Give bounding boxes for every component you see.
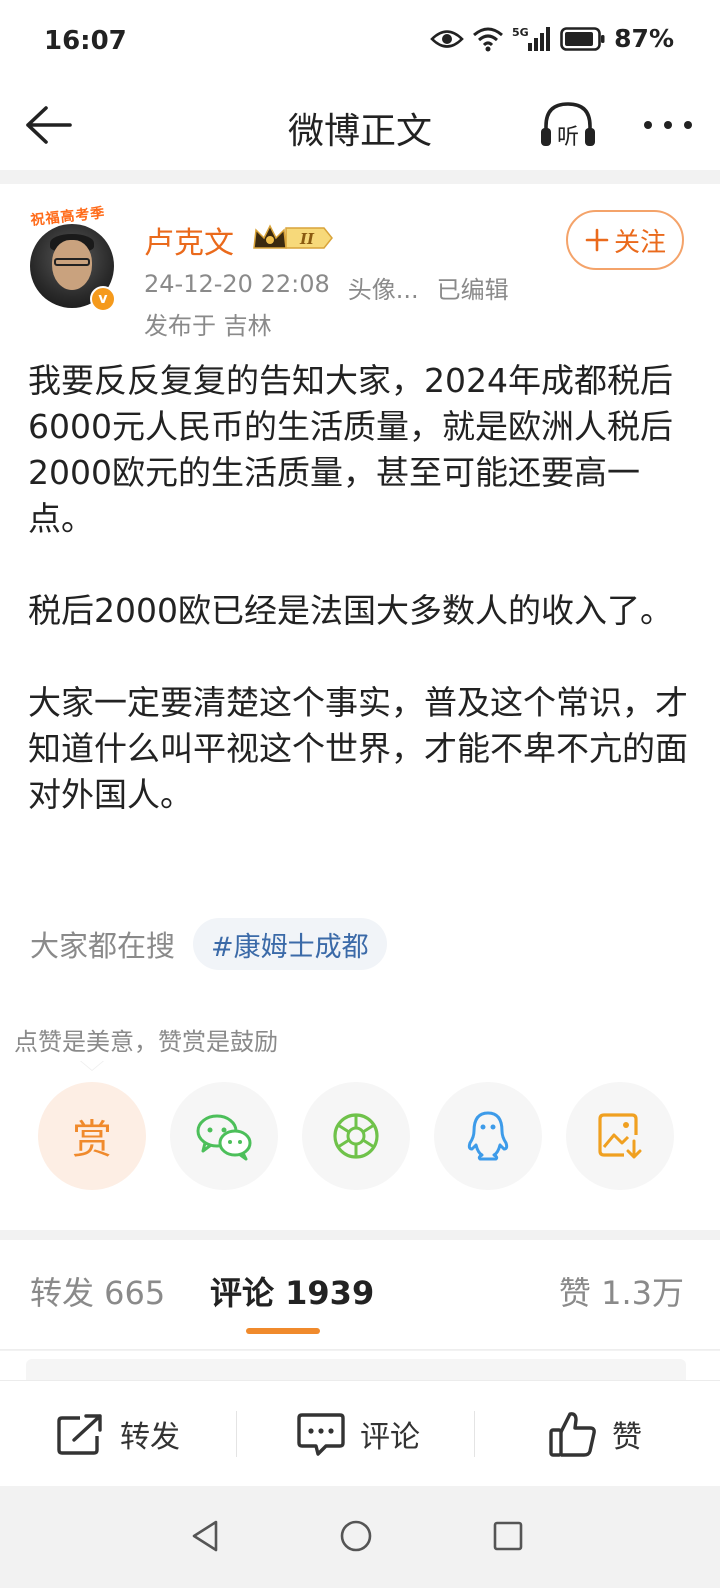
nav-recents-button[interactable] (488, 1516, 528, 1556)
reward-tip-pointer (80, 1060, 104, 1070)
comment-list (0, 1351, 720, 1381)
share-qq-button[interactable] (434, 1082, 542, 1190)
post-edited[interactable]: 已编辑 (437, 270, 509, 305)
tab-active-indicator (246, 1328, 320, 1334)
comment-item[interactable] (26, 1359, 686, 1381)
author-name[interactable]: 卢克文 (144, 218, 234, 262)
nav-back-button[interactable] (186, 1516, 226, 1556)
battery-icon (560, 26, 606, 52)
save-image-icon (598, 1113, 642, 1159)
crown-icon: II (253, 224, 333, 249)
tab-comment[interactable]: 评论 1939 (210, 1268, 374, 1314)
wifi-icon (472, 26, 504, 52)
reward-label: 赏 (72, 1117, 112, 1163)
post-timestamp: 24-12-20 22:08 (144, 270, 330, 298)
title-bar: 微博正文 听 (0, 80, 720, 170)
like-button[interactable]: 赞 (548, 1409, 642, 1459)
like-label: 赞 (612, 1420, 642, 1455)
repost-label: 转发 (120, 1420, 180, 1455)
post-body: 我要反反复复的告知大家，2024年成都税后6000元人民币的生活质量，就是欧洲人… (28, 358, 692, 864)
page-title: 微博正文 (287, 111, 432, 152)
more-icon (644, 121, 692, 129)
post-paragraph: 税后2000欧已经是法国大多数人的收入了。 (28, 591, 673, 630)
wechat-icon (196, 1114, 252, 1161)
follow-button[interactable]: 关注 (566, 210, 684, 270)
vip-badge[interactable]: II (252, 222, 336, 254)
repost-button[interactable]: 转发 (56, 1409, 180, 1459)
thumbs-up-icon (549, 1412, 596, 1457)
action-divider (236, 1411, 237, 1457)
reward-button[interactable]: 赏 (38, 1082, 146, 1190)
action-divider (474, 1411, 475, 1457)
eye-icon (430, 28, 464, 50)
verified-badge-icon: v (90, 286, 116, 312)
status-time: 16:07 (44, 26, 127, 56)
status-bar: 16:07 5G 87% (0, 0, 720, 80)
trending-search-row: 大家都在搜 #康姆士成都 (30, 918, 387, 970)
post-location: 发布于 吉林 (144, 312, 272, 340)
nav-home-button[interactable] (336, 1516, 376, 1556)
share-wechat-button[interactable] (170, 1082, 278, 1190)
save-image-button[interactable] (566, 1082, 674, 1190)
post-meta: 24-12-20 22:08 头像... 已编辑 (144, 270, 509, 305)
more-button[interactable] (640, 100, 696, 150)
battery-percent: 87% (614, 24, 674, 53)
follow-label: 关注 (613, 227, 666, 258)
system-nav-bar (0, 1486, 720, 1588)
post-paragraph: 大家一定要清楚这个事实，普及这个常识，才知道什么叫平视这个世界，才能不卑不亢的面… (28, 683, 688, 814)
comment-button[interactable]: 评论 (296, 1409, 420, 1459)
comment-tabs: 转发 665 评论 1939 赞 1.3万 (0, 1240, 720, 1350)
back-triangle-icon (192, 1520, 218, 1552)
svg-text:5G: 5G (512, 26, 529, 39)
post-source[interactable]: 头像... (348, 270, 419, 305)
post-card: 祝福高考季 v 卢克文 II 24-12-20 22:08 头像... 已编辑 … (0, 184, 720, 1230)
plus-icon (585, 228, 609, 252)
action-bar: 转发 评论 赞 (0, 1380, 720, 1486)
recents-square-icon (493, 1521, 523, 1551)
tab-like[interactable]: 赞 1.3万 (559, 1268, 684, 1314)
comment-label: 评论 (360, 1420, 420, 1455)
status-icons: 5G 87% (430, 24, 674, 53)
headphones-icon: 听 (541, 102, 595, 150)
signal-icon: 5G (512, 25, 552, 53)
share-row: 赏 (38, 1082, 674, 1190)
repost-icon (57, 1414, 102, 1455)
reward-tip: 点赞是美意，赞赏是鼓励 (14, 1028, 278, 1056)
trending-search-label: 大家都在搜 (30, 929, 176, 963)
qq-icon (467, 1111, 509, 1161)
post-paragraph: 我要反反复复的告知大家，2024年成都税后6000元人民币的生活质量，就是欧洲人… (28, 361, 673, 538)
vip-level: II (299, 230, 315, 248)
avatar-banner: 祝福高考季 (29, 205, 107, 229)
author-avatar[interactable]: 祝福高考季 v (26, 205, 122, 312)
comment-icon (297, 1413, 345, 1456)
listen-label: 听 (557, 125, 579, 150)
tab-repost[interactable]: 转发 665 (30, 1268, 165, 1314)
share-moments-button[interactable] (302, 1082, 410, 1190)
moments-icon (333, 1113, 379, 1159)
home-circle-icon (340, 1520, 372, 1552)
trending-search-tag[interactable]: #康姆士成都 (193, 918, 387, 970)
listen-button[interactable]: 听 (538, 98, 598, 152)
